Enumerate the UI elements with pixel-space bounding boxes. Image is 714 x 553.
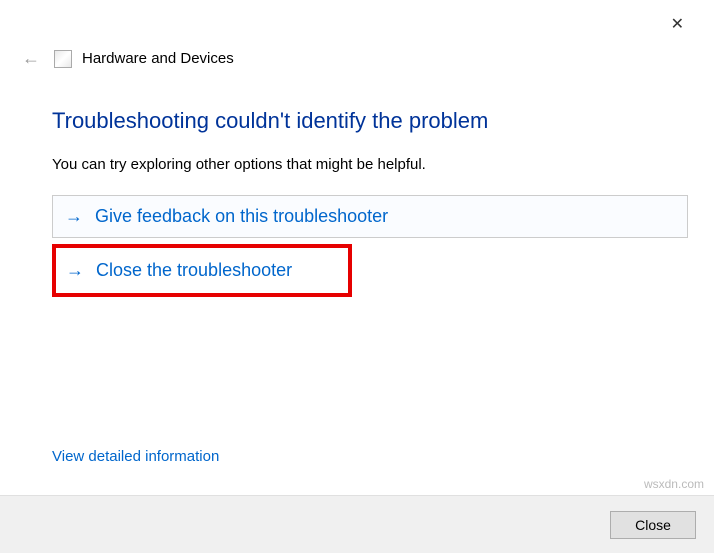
content-area: Troubleshooting couldn't identify the pr… <box>52 108 688 303</box>
page-subtext: You can try exploring other options that… <box>52 156 688 173</box>
view-detailed-information-link[interactable]: View detailed information <box>52 448 219 465</box>
option-give-feedback[interactable]: → Give feedback on this troubleshooter <box>52 195 688 238</box>
page-heading: Troubleshooting couldn't identify the pr… <box>52 108 688 134</box>
option-label: Give feedback on this troubleshooter <box>95 206 388 227</box>
window-close-button[interactable]: ✕ <box>663 10 692 38</box>
option-close-troubleshooter[interactable]: → Close the troubleshooter <box>52 244 352 297</box>
footer: Close <box>0 495 714 553</box>
option-label: Close the troubleshooter <box>96 260 292 281</box>
watermark: wsxdn.com <box>644 477 704 491</box>
back-arrow-icon[interactable]: ← <box>18 46 44 71</box>
header: ← Hardware and Devices <box>18 46 234 71</box>
arrow-right-icon: → <box>66 260 84 281</box>
window-title: Hardware and Devices <box>82 50 234 67</box>
close-button[interactable]: Close <box>610 511 696 539</box>
arrow-right-icon: → <box>65 206 83 227</box>
troubleshooter-icon <box>54 50 72 68</box>
